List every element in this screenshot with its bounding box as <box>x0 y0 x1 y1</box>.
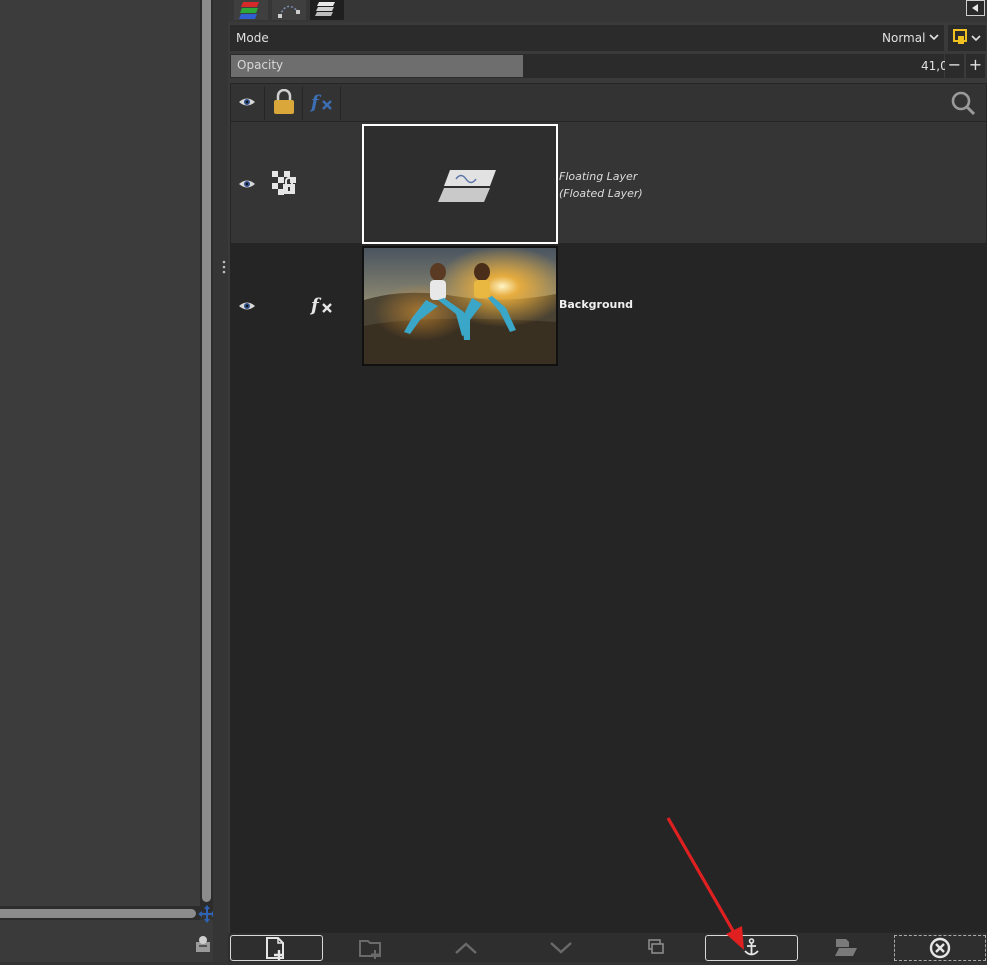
annotation-arrow <box>660 812 760 962</box>
opacity-decrease-button[interactable]: − <box>945 54 964 78</box>
opacity-label: Opacity <box>237 58 284 72</box>
mode-label: Mode <box>236 31 269 45</box>
chevron-down-icon <box>971 35 981 42</box>
chevron-down-icon[interactable] <box>928 31 940 43</box>
triangle-left-icon <box>972 4 978 12</box>
canvas-area[interactable] <box>0 0 200 962</box>
photo-thumbnail <box>364 248 556 364</box>
svg-text:f: f <box>310 92 322 113</box>
pane-grip-icon[interactable] <box>222 260 226 274</box>
svg-text:f: f <box>310 295 322 316</box>
delete-layer-button[interactable] <box>894 935 986 961</box>
channels-icon <box>239 2 259 19</box>
eye-icon[interactable] <box>238 177 256 194</box>
delete-layer-icon <box>929 937 951 959</box>
new-layer-icon <box>266 937 284 960</box>
lower-layer-icon[interactable] <box>548 938 574 961</box>
eye-icon[interactable] <box>238 95 256 112</box>
fx-icon[interactable]: f <box>309 294 336 319</box>
layers-button-bar <box>228 933 987 962</box>
paths-icon <box>278 5 300 18</box>
mode-switch-button[interactable] <box>948 25 986 51</box>
header-divider <box>302 86 303 120</box>
new-layer-button[interactable] <box>230 935 323 961</box>
layer-list-header <box>231 84 986 121</box>
layer-thumbnail-floating[interactable] <box>362 124 558 244</box>
header-divider <box>340 86 341 120</box>
layer-thumbnail-background[interactable] <box>362 246 558 366</box>
opacity-increase-button[interactable]: + <box>966 54 985 78</box>
opacity-value[interactable]: 41,0 <box>921 59 948 73</box>
layer-name-line: Floating Layer <box>559 170 638 183</box>
fx-icon[interactable]: f <box>309 91 336 116</box>
lock-alpha-icon[interactable] <box>272 171 296 198</box>
vertical-scrollbar-thumb[interactable] <box>202 0 211 902</box>
floating-layer-icon <box>438 170 496 202</box>
layer-name-subtitle: (Floated Layer) <box>559 187 643 200</box>
tab-layers[interactable] <box>310 0 344 20</box>
layer-name-background[interactable]: Background <box>559 298 633 311</box>
tab-channels[interactable] <box>234 0 268 20</box>
lock-icon[interactable] <box>272 88 296 118</box>
raise-layer-icon[interactable] <box>453 938 479 961</box>
layers-icon <box>315 2 335 16</box>
layer-name-floating[interactable]: Floating Layer (Floated Layer) <box>559 168 643 202</box>
horizontal-scrollbar-thumb[interactable] <box>0 909 196 918</box>
mode-value[interactable]: Normal <box>882 31 925 45</box>
new-layer-group-icon[interactable] <box>358 936 384 963</box>
quick-mask-icon[interactable] <box>193 934 213 954</box>
search-icon[interactable] <box>950 90 976 119</box>
eye-icon[interactable] <box>238 299 256 316</box>
dock-menu-button[interactable] <box>966 0 985 16</box>
tab-paths[interactable] <box>272 0 306 20</box>
header-divider <box>264 86 265 120</box>
mode-select[interactable] <box>230 25 944 51</box>
pane-separator[interactable] <box>213 0 228 962</box>
merge-down-icon[interactable] <box>833 937 859 960</box>
